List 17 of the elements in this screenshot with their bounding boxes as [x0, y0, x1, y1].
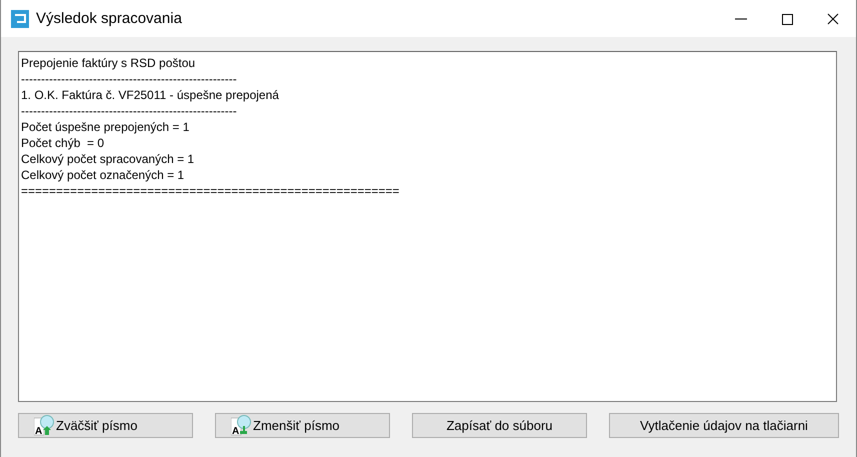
save-to-file-button[interactable]: Zapísať do súboru: [412, 413, 587, 438]
shrink-font-button[interactable]: A Zmenšiť písmo: [215, 413, 390, 438]
output-line: Počet chýb = 0: [21, 135, 104, 151]
output-line: Celkový počet označených = 1: [21, 167, 184, 183]
output-line: Počet úspešne prepojených = 1: [21, 119, 190, 135]
output-line: Celkový počet spracovaných = 1: [21, 151, 194, 167]
maximize-icon: [781, 12, 793, 24]
app-icon: [11, 10, 29, 28]
output-line: ======================================================: [21, 183, 400, 199]
close-icon: [827, 12, 839, 24]
output-line: 1. O.K. Faktúra č. VF25011 - úspešne prepojená: [21, 87, 279, 103]
output-line: Prepojenie faktúry s RSD poštou: [21, 55, 196, 71]
output-line: ------------------------------------------------------: [21, 71, 237, 87]
window-title: Výsledok spracovania: [36, 10, 183, 27]
enlarge-font-button[interactable]: A Zväčšiť písmo: [18, 413, 193, 438]
output-line: ------------------------------------------------------: [21, 103, 237, 119]
print-button[interactable]: Vytlačenie údajov na tlačiarni: [609, 413, 839, 438]
